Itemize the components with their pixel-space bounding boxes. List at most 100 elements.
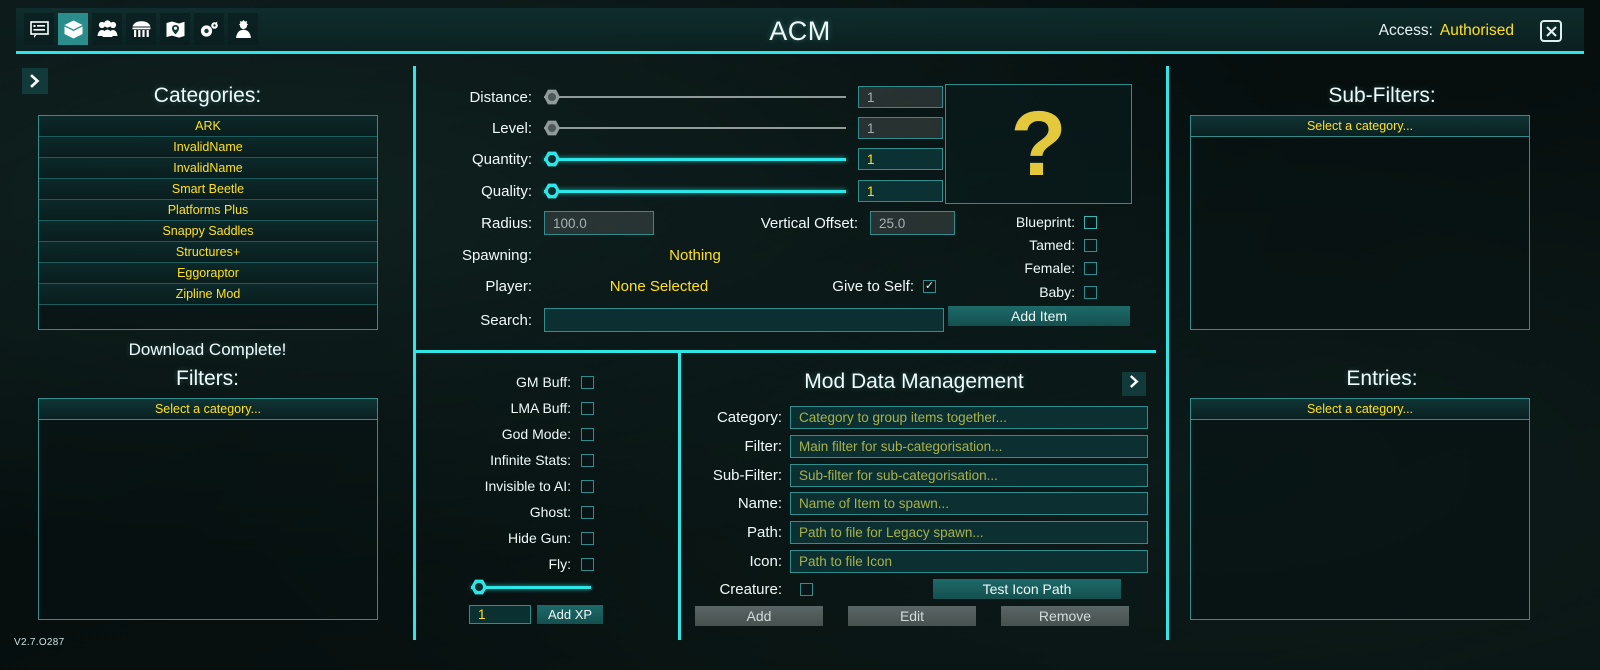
ghost-label: Ghost: [530,504,571,520]
god-mode-checkbox[interactable] [581,428,594,441]
filters-placeholder: Select a category... [39,399,377,420]
sub-filters-placeholder: Select a category... [1191,116,1529,137]
icon-row: Icon: [690,550,1148,573]
baby-label: Baby: [1039,284,1075,300]
quality-value[interactable]: 1 [858,180,943,202]
box-icon-button[interactable] [58,13,88,45]
tamed-checkbox[interactable] [1084,239,1097,252]
quantity-slider[interactable] [544,152,846,166]
remove-button[interactable]: Remove [1001,606,1129,626]
list-item[interactable]: Smart Beetle [39,179,377,200]
slider-track [471,586,591,589]
divider-left [413,66,416,640]
list-item[interactable]: InvalidName [39,158,377,179]
admin-icon-button[interactable] [228,13,258,45]
add-item-button[interactable]: Add Item [948,306,1130,326]
distance-label: Distance: [424,89,532,106]
hide-gun-checkbox[interactable] [581,532,594,545]
filter-row: Filter: [690,435,1148,458]
categories-listbox[interactable]: ARK InvalidName InvalidName Smart Beetle… [38,115,378,330]
category-input[interactable] [790,406,1148,429]
icon-label: Icon: [690,553,782,570]
lma-buff-label: LMA Buff: [511,400,571,416]
filters-listbox[interactable]: Select a category... [38,398,378,620]
blueprint-checkbox[interactable] [1084,216,1097,229]
path-input[interactable] [790,521,1148,544]
ghost-checkbox[interactable] [581,506,594,519]
distance-value[interactable]: 1 [858,86,943,108]
level-value[interactable]: 1 [858,117,943,139]
players-icon-button[interactable] [92,13,122,45]
edit-button[interactable]: Edit [848,606,976,626]
baby-checkbox[interactable] [1084,286,1097,299]
mod-data-expand-button[interactable] [1122,372,1146,396]
players-icon [97,20,118,38]
download-status: Download Complete! [20,340,395,360]
quantity-value[interactable]: 1 [858,148,943,170]
sub-filter-label: Sub-Filter: [690,467,782,484]
list-item[interactable]: ARK [39,116,377,137]
add-button[interactable]: Add [695,606,823,626]
filter-input[interactable] [790,435,1148,458]
gm-buff-row: GM Buff: [424,374,594,390]
list-item[interactable]: Structures+ [39,242,377,263]
search-input[interactable] [544,308,944,332]
baby-row: Baby: [945,284,1097,300]
invisible-to-ai-row: Invisible to AI: [424,478,594,494]
gm-buff-checkbox[interactable] [581,376,594,389]
spawning-label: Spawning: [424,247,532,264]
info-icon-button[interactable] [24,13,54,45]
filter-label: Filter: [690,438,782,455]
level-slider[interactable] [544,121,846,135]
give-to-self-label: Give to Self: [804,278,914,295]
divider-right [1166,66,1169,640]
mod-data-management-title: Mod Data Management [690,370,1138,394]
quality-slider[interactable] [544,184,846,198]
distance-slider[interactable] [544,90,846,104]
structures-icon [131,20,152,39]
radius-input[interactable]: 100.0 [544,211,654,235]
female-row: Female: [945,260,1097,276]
player-label: Player: [424,278,532,295]
icon-input[interactable] [790,550,1148,573]
list-item[interactable]: InvalidName [39,137,377,158]
sub-filters-listbox[interactable]: Select a category... [1190,115,1530,330]
creature-checkbox[interactable] [800,583,813,596]
slider-knob[interactable] [471,579,487,595]
entries-listbox[interactable]: Select a category... [1190,398,1530,620]
sub-filter-input[interactable] [790,464,1148,487]
test-icon-path-button[interactable]: Test Icon Path [933,579,1121,599]
close-button[interactable] [1540,20,1562,42]
slider-knob[interactable] [544,151,560,167]
map-icon-button[interactable] [160,13,190,45]
female-checkbox[interactable] [1084,262,1097,275]
add-xp-button[interactable]: Add XP [537,605,603,624]
xp-slider[interactable] [471,580,591,594]
fly-checkbox[interactable] [581,558,594,571]
list-item[interactable]: Platforms Plus [39,200,377,221]
structures-icon-button[interactable] [126,13,156,45]
xp-amount-input[interactable]: 1 [469,605,531,624]
distance-row: Distance: 1 [424,86,943,108]
infinite-stats-checkbox[interactable] [581,454,594,467]
title-bar: ACM [16,8,1584,54]
settings-icon [199,20,220,39]
lma-buff-checkbox[interactable] [581,402,594,415]
mod-data-management-panel: Mod Data Management Category: Filter: Su… [690,366,1155,634]
invisible-to-ai-label: Invisible to AI: [485,478,571,494]
vertical-offset-input[interactable]: 25.0 [870,211,955,235]
settings-icon-button[interactable] [194,13,224,45]
hide-gun-row: Hide Gun: [424,530,594,546]
list-item[interactable]: Zipline Mod [39,284,377,305]
give-to-self-checkbox[interactable] [923,280,936,293]
list-item[interactable]: Snappy Saddles [39,221,377,242]
search-row: Search: [424,308,944,332]
admin-icon [233,20,254,39]
slider-knob[interactable] [544,183,560,199]
name-input[interactable] [790,492,1148,515]
list-item[interactable]: Eggoraptor [39,263,377,284]
slider-knob[interactable] [544,89,560,105]
radius-label: Radius: [424,215,532,232]
slider-knob[interactable] [544,120,560,136]
invisible-to-ai-checkbox[interactable] [581,480,594,493]
